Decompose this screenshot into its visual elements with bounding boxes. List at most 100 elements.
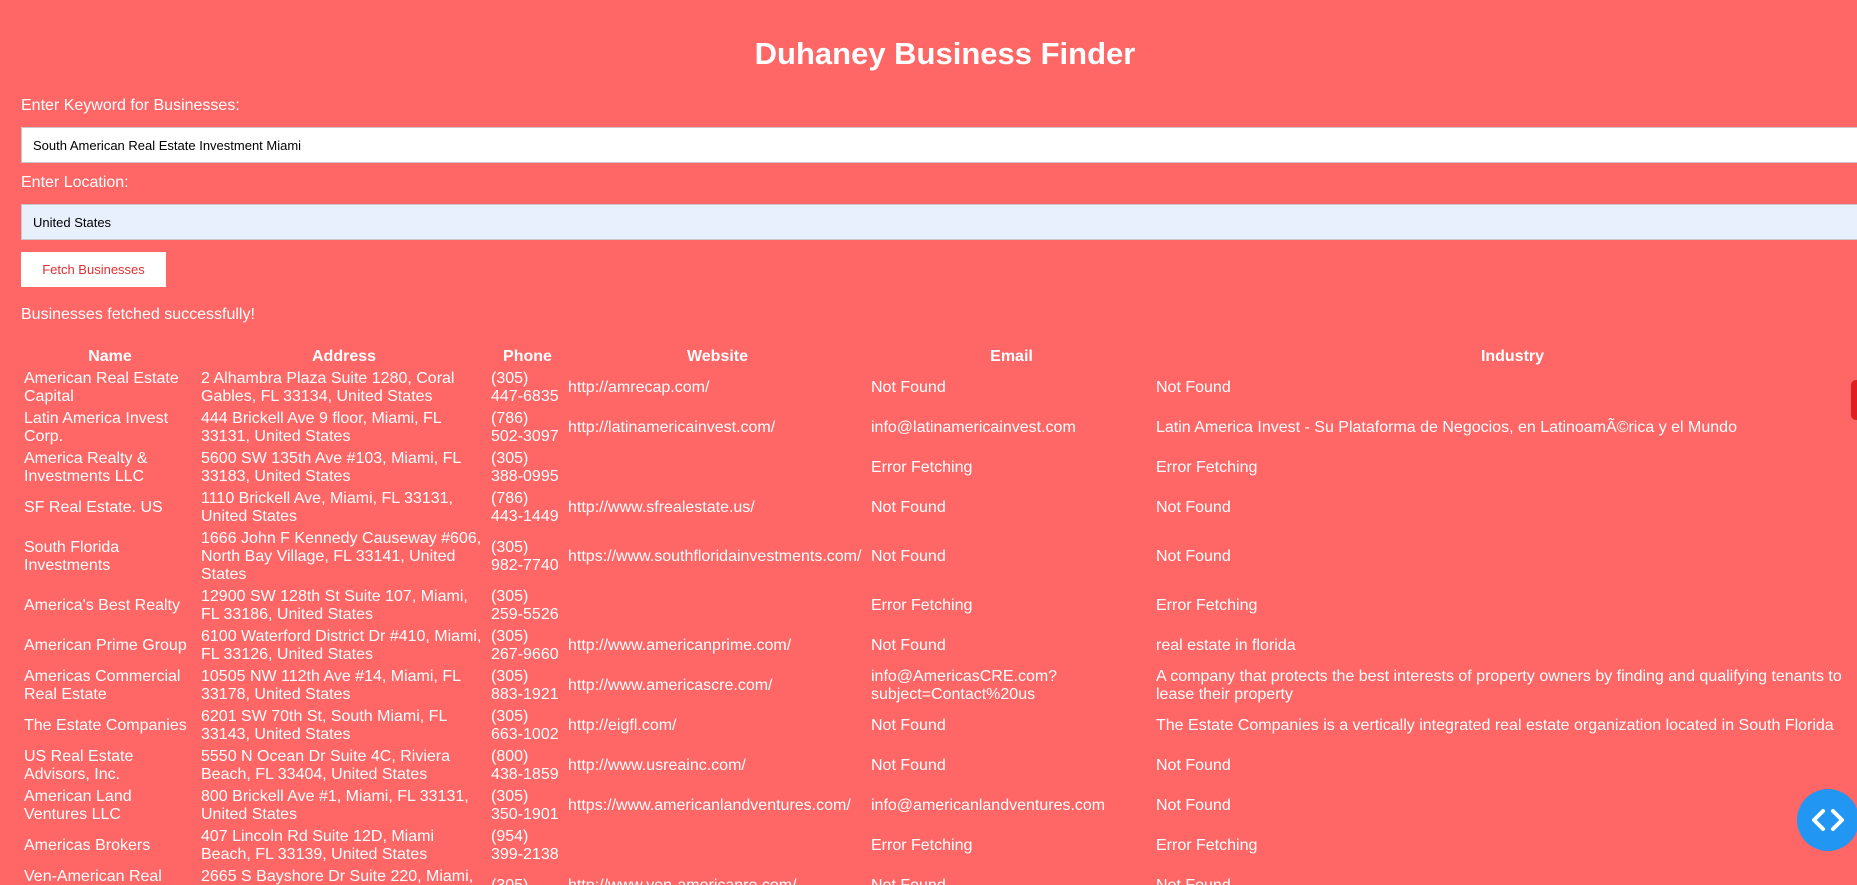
cell-phone: (305) 663-1002	[491, 708, 559, 743]
cell-phone: (305) 267-9660	[491, 628, 559, 663]
cell-address: 1666 John F Kennedy Causeway #606, North…	[201, 530, 482, 583]
status-message: Businesses fetched successfully!	[21, 306, 255, 323]
cell-industry: Error Fetching	[1156, 837, 1258, 854]
cell-website: https://www.southfloridainvestments.com/	[568, 548, 862, 565]
cell-phone: (786) 502-3097	[491, 410, 559, 445]
cell-email: info@AmericasCRE.com?subject=Contact%20u…	[871, 668, 1058, 703]
cell-name: America Realty & Investments LLC	[24, 450, 148, 485]
cell-address: 407 Lincoln Rd Suite 12D, Miami Beach, F…	[201, 828, 435, 863]
cell-email: Not Found	[871, 637, 946, 654]
side-panel-handle[interactable]	[1851, 380, 1857, 420]
page-title: Duhaney Business Finder	[754, 36, 1136, 71]
header-website: Website	[686, 348, 749, 365]
cell-address: 6201 SW 70th St, South Miami, FL 33143, …	[201, 708, 447, 743]
cell-website: http://www.sfrealestate.us/	[568, 499, 755, 516]
cell-website: http://www.ven-americanre.com/	[566, 866, 869, 885]
cell-industry: A company that protects the best interes…	[1156, 668, 1842, 703]
table-row: South Florida Investments 1666 John F Ken…	[21, 528, 1857, 586]
cell-phone: (954) 399-2138	[491, 828, 559, 863]
cell-address: 800 Brickell Ave #1, Miami, FL 33131, Un…	[201, 788, 469, 823]
cell-website	[566, 826, 869, 866]
table-row: SF Real Estate. US 1110 Brickell Ave, Mia…	[21, 488, 1857, 528]
header-industry: Industry	[1480, 348, 1545, 365]
cell-phone: (305) 388-0995	[491, 450, 559, 485]
cell-name: Ven-American Real Estate	[24, 868, 162, 885]
cell-address: 1110 Brickell Ave, Miami, FL 33131, Unit…	[201, 490, 453, 525]
results-table-container[interactable]: Name Address Phone Website Email Industr…	[21, 346, 1857, 885]
cell-name: America's Best Realty	[24, 597, 180, 614]
cell-address: 5600 SW 135th Ave #103, Miami, FL 33183,…	[201, 450, 461, 485]
cell-name: Americas Brokers	[24, 837, 151, 854]
cell-email: Not Found	[869, 866, 1154, 885]
table-row: American Real Estate Capital 2 Alhambra P…	[21, 368, 1857, 408]
cell-industry: real estate in florida	[1156, 637, 1296, 654]
cell-address: 6100 Waterford District Dr #410, Miami, …	[201, 628, 482, 663]
cell-industry: The Estate Companies is a vertically int…	[1156, 717, 1834, 734]
cell-name: American Land Ventures LLC	[24, 788, 132, 823]
cell-industry: Not Found	[1154, 866, 1857, 885]
header-email: Email	[990, 348, 1033, 365]
code-nav-button[interactable]	[1797, 789, 1857, 851]
cell-name: Americas Commercial Real Estate	[24, 668, 181, 703]
header-phone: Phone	[503, 348, 552, 365]
cell-address: 2665 S Bayshore Dr Suite 220, Miami, FL …	[201, 868, 474, 885]
location-input[interactable]	[21, 204, 1857, 240]
table-row: Ven-American Real Estate 2665 S Bayshore …	[21, 866, 1857, 885]
cell-phone: (305)	[489, 866, 566, 885]
cell-website	[566, 586, 869, 626]
keyword-input[interactable]	[21, 127, 1857, 163]
code-icon	[1812, 809, 1844, 831]
cell-name: South Florida Investments	[24, 539, 120, 574]
cell-industry: Not Found	[1156, 757, 1231, 774]
cell-industry: Latin America Invest - Su Plataforma de …	[1156, 419, 1737, 436]
table-header-row: Name Address Phone Website Email Industr…	[21, 346, 1857, 368]
cell-name: The Estate Companies	[24, 717, 187, 734]
cell-website: http://eigfl.com/	[568, 717, 677, 734]
cell-website: http://latinamericainvest.com/	[568, 419, 776, 436]
table-row: America's Best Realty 12900 SW 128th St S…	[21, 586, 1857, 626]
cell-phone: (305) 982-7740	[491, 539, 559, 574]
header-address: Address	[311, 348, 377, 365]
fetch-businesses-button[interactable]: Fetch Businesses	[21, 252, 166, 287]
cell-phone: (305) 350-1901	[491, 788, 559, 823]
cell-website: http://www.usreainc.com/	[568, 757, 746, 774]
cell-name: American Real Estate Capital	[24, 370, 179, 405]
cell-address: 5550 N Ocean Dr Suite 4C, Riviera Beach,…	[201, 748, 450, 783]
cell-website: https://www.americanlandventures.com/	[568, 797, 851, 814]
cell-email: Not Found	[871, 717, 946, 734]
cell-industry: Not Found	[1156, 548, 1231, 565]
cell-name: SF Real Estate. US	[24, 499, 163, 516]
cell-name: American Prime Group	[24, 637, 187, 654]
cell-industry: Not Found	[1156, 379, 1231, 396]
results-table: Name Address Phone Website Email Industr…	[21, 346, 1857, 885]
cell-phone: (305) 259-5526	[491, 588, 559, 623]
table-row: American Land Ventures LLC 800 Brickell A…	[21, 786, 1857, 826]
cell-website: http://www.americascre.com/	[568, 677, 773, 694]
cell-email: Error Fetching	[871, 597, 973, 614]
cell-email: Error Fetching	[871, 459, 973, 476]
cell-name: Latin America Invest Corp.	[24, 410, 169, 445]
cell-email: Error Fetching	[871, 837, 973, 854]
cell-email: Not Found	[871, 499, 946, 516]
cell-phone: (800) 438-1859	[491, 748, 559, 783]
table-row: The Estate Companies 6201 SW 70th St, Sou…	[21, 706, 1857, 746]
header-name: Name	[88, 348, 132, 365]
cell-industry: Not Found	[1156, 797, 1231, 814]
table-row: Americas Brokers 407 Lincoln Rd Suite 12D…	[21, 826, 1857, 866]
cell-address: 444 Brickell Ave 9 floor, Miami, FL 3313…	[201, 410, 442, 445]
cell-email: Not Found	[871, 548, 946, 565]
cell-address: 12900 SW 128th St Suite 107, Miami, FL 3…	[201, 588, 468, 623]
cell-name: US Real Estate Advisors, Inc.	[24, 748, 134, 783]
cell-email: Not Found	[871, 379, 946, 396]
cell-email: Not Found	[871, 757, 946, 774]
table-row: Latin America Invest Corp. 444 Brickell A…	[21, 408, 1857, 448]
cell-industry: Not Found	[1156, 499, 1231, 516]
cell-email: info@americanlandventures.com	[871, 797, 1106, 814]
cell-address: 2 Alhambra Plaza Suite 1280, Coral Gable…	[201, 370, 455, 405]
cell-phone: (786) 443-1449	[491, 490, 559, 525]
cell-industry: Error Fetching	[1156, 597, 1258, 614]
table-row: Americas Commercial Real Estate 10505 NW …	[21, 666, 1857, 706]
cell-address: 10505 NW 112th Ave #14, Miami, FL 33178,…	[201, 668, 461, 703]
location-label: Enter Location:	[21, 174, 129, 191]
table-row: American Prime Group 6100 Waterford Distr…	[21, 626, 1857, 666]
